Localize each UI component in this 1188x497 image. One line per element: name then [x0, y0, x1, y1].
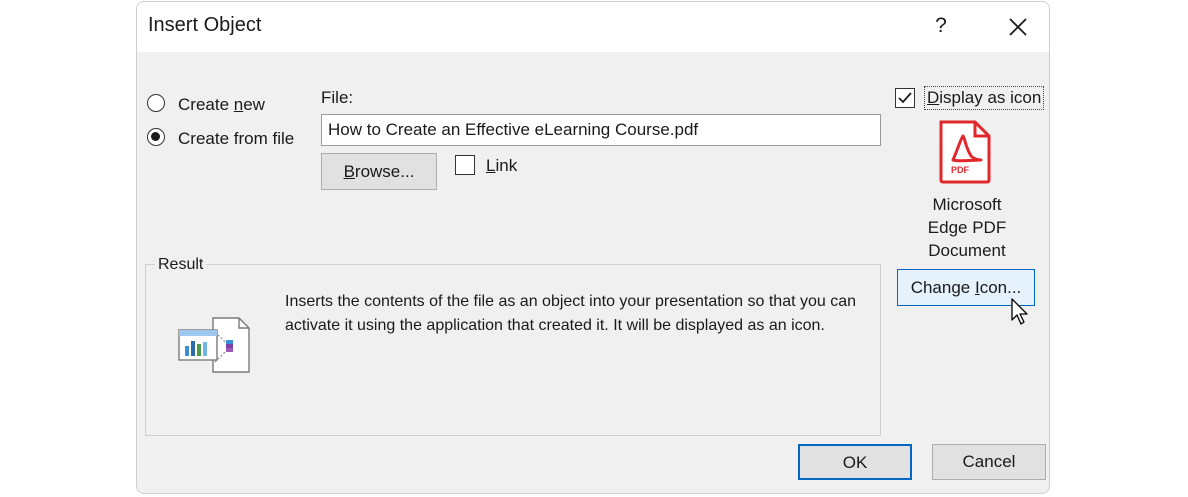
insert-object-dialog: Insert Object ? Create new Create from f… — [136, 1, 1050, 494]
create-new-label[interactable]: Create new — [178, 95, 265, 115]
create-new-radio[interactable] — [147, 94, 165, 112]
icon-caption-line-2: Edge PDF — [927, 218, 1007, 237]
display-as-icon-label[interactable]: Display as icon — [924, 86, 1045, 110]
close-button[interactable] — [1003, 12, 1033, 42]
create-from-file-radio[interactable] — [147, 128, 165, 146]
pdf-badge-text: PDF — [951, 165, 969, 175]
dialog-title: Insert Object — [148, 14, 262, 36]
mouse-cursor-icon — [1011, 298, 1028, 325]
pdf-file-icon: PDF — [937, 120, 993, 184]
file-path-input[interactable] — [321, 114, 881, 146]
object-result-icon — [178, 317, 250, 373]
create-from-file-label[interactable]: Create from file — [178, 129, 294, 149]
help-button[interactable]: ? — [929, 10, 953, 42]
icon-caption-line-1: Microsoft — [932, 195, 1002, 214]
close-icon — [1009, 18, 1027, 36]
file-label: File: — [321, 88, 354, 107]
link-checkbox[interactable] — [455, 155, 475, 175]
display-as-icon-checkbox[interactable] — [895, 88, 915, 108]
title-bar: Insert Object ? — [137, 2, 1049, 52]
icon-caption-line-3: Document — [928, 241, 1006, 260]
checkmark-icon — [898, 92, 912, 104]
result-label: Result — [155, 256, 207, 274]
result-description: Inserts the contents of the file as an o… — [285, 293, 857, 334]
icon-caption: Microsoft Edge PDF Document — [897, 193, 1037, 262]
link-label[interactable]: Link — [486, 156, 517, 176]
ok-button[interactable]: OK — [798, 444, 912, 480]
browse-button[interactable]: Browse... — [321, 153, 437, 190]
cancel-button[interactable]: Cancel — [932, 444, 1046, 480]
